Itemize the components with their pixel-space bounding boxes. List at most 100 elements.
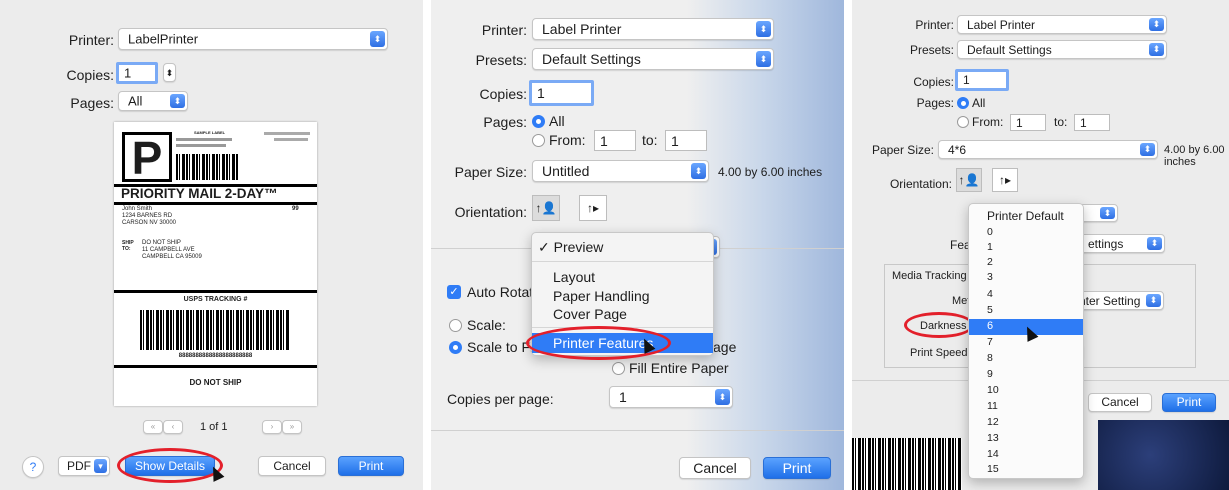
from-line: CARSON NV 30000 xyxy=(122,220,177,226)
to-line: 11 CAMPBELL AVE xyxy=(142,247,195,253)
pages-range-radio[interactable] xyxy=(957,116,969,128)
printer-value: LabelPrinter xyxy=(128,31,199,47)
printer-select[interactable]: Label Printer ⬍ xyxy=(957,15,1167,34)
darkness-option[interactable]: 10 xyxy=(987,384,999,396)
to-label: to: xyxy=(1054,115,1068,129)
copies-field[interactable]: 1 xyxy=(529,80,594,106)
cancel-button[interactable]: Cancel xyxy=(679,457,751,479)
paper-size-dims: 4.00 by 6.00 inches xyxy=(718,165,823,179)
pages-all-radio[interactable] xyxy=(532,115,545,128)
tracking-barcode xyxy=(140,310,290,350)
portrait-orientation-button[interactable]: ↑👤 xyxy=(956,168,982,192)
copies-per-page-value: 1 xyxy=(619,389,627,405)
landscape-orientation-button[interactable]: ↑▸ xyxy=(992,168,1018,192)
scale-label: Scale: xyxy=(467,317,506,333)
printer-select[interactable]: Label Printer ⬍ xyxy=(532,18,774,40)
presets-select[interactable]: Default Settings ⬍ xyxy=(532,48,774,70)
method-select[interactable]: nter Setting ⬍ xyxy=(1072,291,1164,310)
copies-value: 1 xyxy=(963,73,970,87)
paper-size-select[interactable]: 4*6 ⬍ xyxy=(938,140,1158,159)
auto-rotate-checkbox[interactable]: ✓ xyxy=(447,285,461,299)
printer-select[interactable]: LabelPrinter ⬍ xyxy=(118,28,388,50)
tracking-title: USPS TRACKING # xyxy=(183,296,248,303)
from-line: 1234 BARNES RD xyxy=(122,213,173,219)
media-tracking-label: Media Tracking xyxy=(892,270,967,282)
page-indicator: 1 of 1 xyxy=(200,421,228,433)
copies-field[interactable]: 1 xyxy=(955,69,1009,91)
paper-size-label: Paper Size: xyxy=(871,143,934,157)
menu-item-layout[interactable]: Layout xyxy=(553,269,595,285)
orientation-label: Orientation: xyxy=(889,177,952,191)
darkness-option[interactable]: 8 xyxy=(987,352,993,364)
darkness-option-default[interactable]: Printer Default xyxy=(987,209,1064,223)
print-button[interactable]: Print xyxy=(338,456,404,476)
darkness-option[interactable]: 15 xyxy=(987,463,999,475)
to-field[interactable]: 1 xyxy=(1074,114,1110,131)
chevron-updown-icon: ⬍ xyxy=(1149,43,1164,56)
to-field[interactable]: 1 xyxy=(665,130,707,151)
pages-range-radio[interactable] xyxy=(532,134,545,147)
fill-entire-paper-radio[interactable] xyxy=(612,362,625,375)
pages-label: Pages: xyxy=(483,114,527,130)
darkness-option[interactable]: 14 xyxy=(987,448,999,460)
landscape-orientation-button[interactable]: ↑▸ xyxy=(579,195,607,221)
menu-item-cover-page[interactable]: Cover Page xyxy=(553,306,627,322)
to-line: DO NOT SHIP xyxy=(142,240,181,246)
copies-per-page-select[interactable]: 1 ⬍ xyxy=(609,386,733,408)
label-preview: P SAMPLE LABEL PRIORITY MAIL 2-DAY™ John… xyxy=(114,122,317,406)
from-value: 1 xyxy=(1016,115,1023,130)
prev-page-button[interactable]: ‹ xyxy=(163,420,183,434)
pdf-label: PDF xyxy=(67,459,91,473)
print-button[interactable]: Print xyxy=(1162,393,1216,412)
fill-entire-paper-label: Fill Entire Paper xyxy=(629,360,729,376)
pages-label: Pages: xyxy=(916,96,954,110)
darkness-option[interactable]: 13 xyxy=(987,432,999,444)
last-page-button[interactable]: » xyxy=(282,420,302,434)
presets-select[interactable]: Default Settings ⬍ xyxy=(957,40,1167,59)
pages-all-label: All xyxy=(972,96,986,110)
scale-radio[interactable] xyxy=(449,319,462,332)
pages-all-radio[interactable] xyxy=(957,97,969,109)
presets-label: Presets: xyxy=(475,52,527,68)
scale-to-fit-radio[interactable] xyxy=(449,341,462,354)
chevron-updown-icon: ⬍ xyxy=(1149,18,1164,31)
cancel-label: Cancel xyxy=(693,460,737,476)
menu-item-paper-handling[interactable]: Paper Handling xyxy=(553,288,650,304)
from-label: From: xyxy=(972,115,1004,129)
portrait-orientation-button[interactable]: ↑👤 xyxy=(532,195,560,221)
darkness-option[interactable]: 0 xyxy=(987,226,993,238)
chevron-updown-icon: ⬍ xyxy=(691,163,706,179)
print-speed-label: Print Speed xyxy=(910,347,968,359)
darkness-option[interactable]: 11 xyxy=(987,400,998,412)
2d-barcode xyxy=(176,154,238,180)
paper-size-select[interactable]: Untitled ⬍ xyxy=(532,160,709,182)
print-button[interactable]: Print xyxy=(763,457,831,479)
chevron-down-icon: ▾ xyxy=(94,459,107,473)
big-letter: P xyxy=(122,132,172,182)
cancel-button[interactable]: Cancel xyxy=(1088,393,1152,412)
darkness-option[interactable]: 5 xyxy=(987,304,993,316)
from-field[interactable]: 1 xyxy=(1010,114,1046,131)
pdf-button[interactable]: PDF ▾ xyxy=(58,456,110,476)
printer-label: Printer: xyxy=(481,22,527,38)
darkness-option[interactable]: 9 xyxy=(987,368,993,380)
highlight-ring xyxy=(904,312,974,338)
darkness-option[interactable]: 4 xyxy=(987,288,993,300)
darkness-option[interactable]: 2 xyxy=(987,256,993,268)
auto-rotate-label: Auto Rotate xyxy=(467,284,541,300)
first-page-button[interactable]: « xyxy=(143,420,163,434)
copies-field[interactable]: 1 xyxy=(116,62,158,84)
pages-select[interactable]: All ⬍ xyxy=(118,91,188,111)
darkness-option[interactable]: 1 xyxy=(987,241,993,253)
darkness-option[interactable]: 7 xyxy=(987,336,993,348)
help-button[interactable]: ? xyxy=(22,456,44,478)
next-page-button[interactable]: › xyxy=(262,420,282,434)
chevron-updown-icon: ⬍ xyxy=(1100,207,1115,219)
darkness-option[interactable]: 3 xyxy=(987,271,993,283)
chevron-updown-icon: ⬍ xyxy=(1140,143,1155,156)
copies-stepper[interactable]: ⬍ xyxy=(163,63,176,82)
darkness-option[interactable]: 12 xyxy=(987,416,999,428)
from-field[interactable]: 1 xyxy=(594,130,636,151)
cancel-button[interactable]: Cancel xyxy=(258,456,326,476)
menu-item-preview[interactable]: ✓ Preview xyxy=(538,239,603,256)
